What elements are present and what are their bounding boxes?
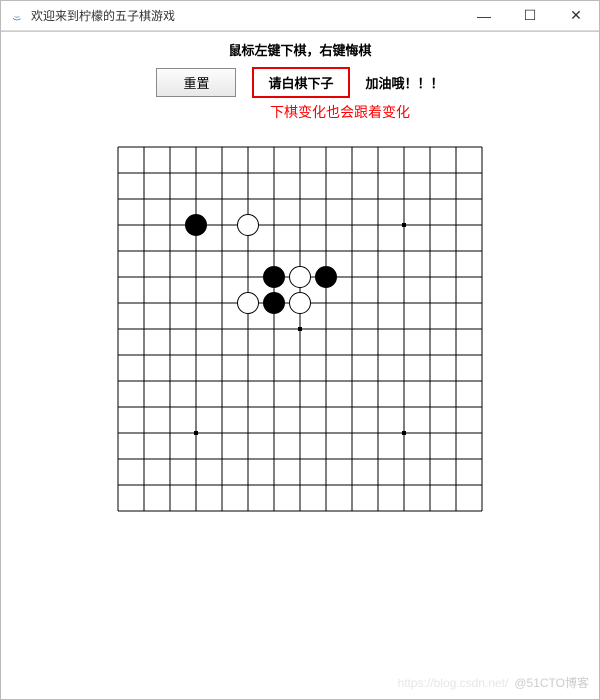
content-pane: 鼠标左键下棋，右键悔棋 重置 请白棋下子 加油哦！！！ 下棋变化也会跟着变化 h… bbox=[1, 31, 599, 699]
instruction-text: 鼠标左键下棋，右键悔棋 bbox=[11, 40, 589, 59]
white-stone bbox=[237, 292, 259, 314]
white-stone bbox=[289, 292, 311, 314]
reset-button[interactable]: 重置 bbox=[156, 68, 236, 97]
java-icon bbox=[9, 8, 25, 24]
turn-status: 请白棋下子 bbox=[252, 67, 349, 98]
cheer-text: 加油哦！！！ bbox=[366, 73, 444, 92]
annotation-text: 下棋变化也会跟着变化 bbox=[11, 102, 589, 122]
watermark-handle: @51CTO博客 bbox=[514, 676, 589, 690]
black-stone bbox=[315, 266, 337, 288]
black-stone bbox=[263, 292, 285, 314]
watermark: https://blog.csdn.net/ @51CTO博客 bbox=[398, 674, 589, 691]
watermark-url: https://blog.csdn.net/ bbox=[398, 676, 509, 690]
window-controls: — ☐ ✕ bbox=[461, 1, 599, 30]
black-stone bbox=[185, 214, 207, 236]
maximize-button[interactable]: ☐ bbox=[507, 1, 553, 30]
close-button[interactable]: ✕ bbox=[553, 1, 599, 30]
white-stone bbox=[237, 214, 259, 236]
board-container bbox=[11, 134, 589, 524]
white-stone bbox=[289, 266, 311, 288]
minimize-button[interactable]: — bbox=[461, 1, 507, 30]
titlebar: 欢迎来到柠檬的五子棋游戏 — ☐ ✕ bbox=[1, 1, 599, 31]
window-title: 欢迎来到柠檬的五子棋游戏 bbox=[31, 7, 175, 24]
app-window: 欢迎来到柠檬的五子棋游戏 — ☐ ✕ 鼠标左键下棋，右键悔棋 重置 请白棋下子 … bbox=[0, 0, 600, 700]
toolbar: 重置 请白棋下子 加油哦！！！ bbox=[11, 67, 589, 98]
black-stone bbox=[263, 266, 285, 288]
gomoku-board[interactable] bbox=[105, 134, 495, 524]
